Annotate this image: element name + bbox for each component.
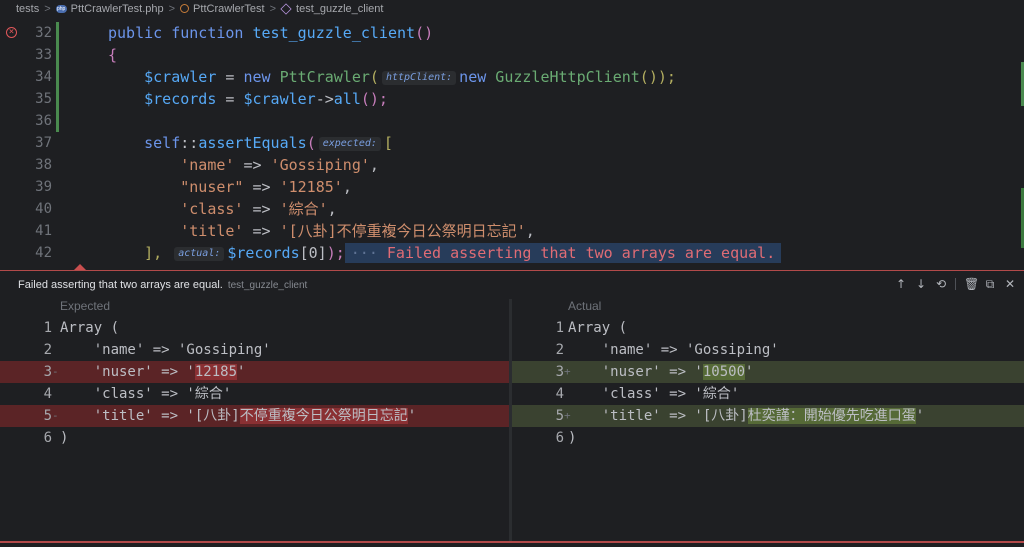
line-number: 33 [35,47,52,63]
editor-gutter[interactable]: × 32 33 34 35 36 37 38 39 40 41 42 [0,18,56,268]
bottom-strip [0,543,1024,547]
diff-line-removed[interactable]: 5- 'title' => '[八卦]不停重複今日公祭明日忘記' [0,405,509,427]
code-line-33[interactable]: { [108,44,117,66]
line-number: 40 [35,201,52,217]
line-number: 42 [35,245,52,261]
expected-pane[interactable]: Expected 1 Array ( 2 'name' => 'Gossiping… [0,299,509,542]
breadcrumb-item-tests[interactable]: tests [16,3,39,15]
parameter-hint: actual: [174,247,225,261]
line-number: 39 [35,179,52,195]
expected-label: Expected [60,299,111,313]
diff-line-added[interactable]: 5 + 'title' => '[八卦]杜奕謹：開始優先吃進口蛋' [512,405,1024,427]
diff-line-removed[interactable]: 3- 'nuser' => '12185' [0,361,509,383]
code-line-41[interactable]: 'title' => '[八卦]不停重複今日公祭明日忘記', [108,220,535,242]
popup-title: Failed asserting that two arrays are equ… [18,279,223,291]
history-icon[interactable]: ⟲ [935,277,947,292]
diff-line-added[interactable]: 3 + 'nuser' => '10500' [512,361,1024,383]
breadcrumb: tests > php PttCrawlerTest.php > PttCraw… [0,0,1024,17]
line-number: 35 [35,91,52,107]
copy-icon[interactable]: ⧉ [984,277,996,292]
toolbar-divider [955,278,956,290]
diff-line[interactable]: 2 'name' => 'Gossiping' [0,339,509,361]
editor-scrollbar[interactable] [1019,18,1024,268]
diff-line[interactable]: 4 'class' => '綜合' [0,383,509,405]
line-number: 37 [35,135,52,151]
breadcrumb-item-class[interactable]: PttCrawlerTest [180,3,265,15]
parameter-hint: expected: [318,137,381,151]
line-number: 38 [35,157,52,173]
breadcrumb-separator: > [168,2,176,15]
diff-line[interactable]: 6) [512,427,1024,449]
line-number: 34 [35,69,52,85]
breadcrumb-separator: > [44,2,51,15]
inline-error-message[interactable]: ··· Failed asserting that two arrays are… [344,243,782,263]
breadcrumb-separator: > [269,2,277,15]
parameter-hint: httpClient: [381,71,457,85]
popup-test-name: test_guzzle_client [227,279,308,291]
actual-label: Actual [568,299,602,313]
diff-line[interactable]: 1 Array ( [0,317,509,339]
breadcrumb-item-file[interactable]: php PttCrawlerTest.php [55,3,164,15]
popup-header: Failed asserting that two arrays are equ… [0,271,1024,299]
arrow-up-icon[interactable]: ↑ [895,277,907,292]
arrow-down-icon[interactable]: ↓ [915,277,927,292]
vcs-change-marker[interactable] [56,22,59,132]
trash-icon[interactable]: 🗑 [964,277,979,292]
diff-line[interactable]: 4 'class' => '綜合' [512,383,1024,405]
line-number: 41 [35,223,52,239]
actual-pane[interactable]: Actual 1 Array ( 2 'name' => 'Gossiping' … [512,299,1024,542]
php-file-icon: php [55,4,67,13]
popup-toolbar: ↑ ↓ ⟲ 🗑 ⧉ ✕ [895,277,1016,292]
class-icon [180,4,190,13]
assertion-diff-popup[interactable]: Failed asserting that two arrays are equ… [0,270,1024,542]
line-number: 36 [35,113,52,129]
breadcrumb-item-method[interactable]: test_guzzle_client [280,2,383,15]
method-icon [280,2,292,15]
diff-line[interactable]: 1 Array ( [512,317,1024,339]
code-editor[interactable]: × 32 33 34 35 36 37 38 39 40 41 42 publi… [0,18,1024,268]
code-line-34[interactable]: $crawler = new PttCrawler(httpClient: new… [108,66,676,88]
code-line-32[interactable]: public function test_guzzle_client() [108,22,433,44]
code-line-42[interactable]: ], actual: $records[0]); ··· Failed assert… [108,242,782,264]
code-line-40[interactable]: 'class' => '綜合', [108,198,336,220]
line-number: 32 [35,25,52,41]
code-line-37[interactable]: self::assertEquals(expected:[ [108,132,393,154]
diff-line[interactable]: 2 'name' => 'Gossiping' [512,339,1024,361]
code-line-38[interactable]: 'name' => 'Gossiping', [108,154,379,176]
close-icon[interactable]: ✕ [1004,277,1016,292]
code-line-39[interactable]: "nuser" => '12185', [108,176,352,198]
diff-line[interactable]: 6) [0,427,509,449]
code-line-35[interactable]: $records = $crawler->all(); [108,88,388,110]
